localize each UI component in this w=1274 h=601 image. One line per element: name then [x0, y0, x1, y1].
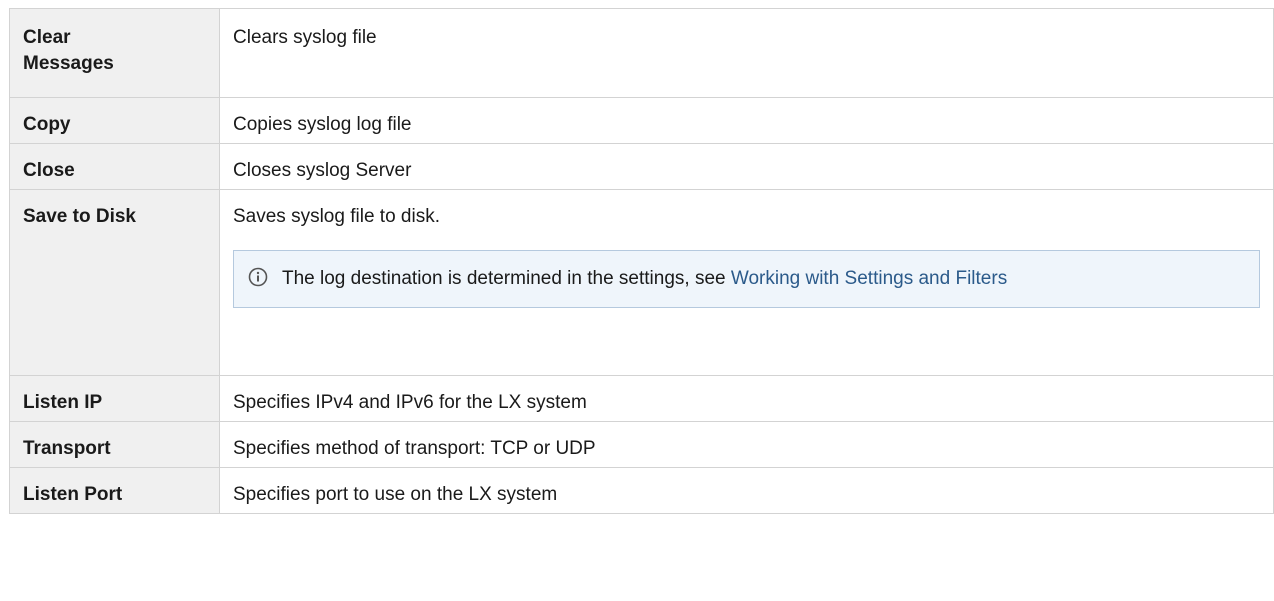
row-key: Save to Disk	[9, 189, 220, 376]
info-text: The log destination is determined in the…	[282, 268, 731, 289]
row-key-line-1: Clear	[23, 27, 71, 48]
row-value: Specifies port to use on the LX system	[219, 467, 1274, 514]
row-key: Listen Port	[9, 467, 220, 514]
table-row: Listen Port Specifies port to use on the…	[9, 467, 1274, 514]
info-panel: The log destination is determined in the…	[233, 250, 1260, 308]
row-key: Transport	[9, 421, 220, 468]
parameters-table: Clear Messages Clears syslog file Copy Co…	[9, 8, 1274, 514]
table-row: Copy Copies syslog log file	[9, 97, 1274, 144]
info-icon	[248, 267, 268, 287]
row-value-cell: Saves syslog file to disk. The log desti…	[219, 189, 1274, 376]
row-value: Specifies IPv4 and IPv6 for the LX syste…	[219, 375, 1274, 422]
row-value: Closes syslog Server	[219, 143, 1274, 190]
row-key-line-2: Messages	[23, 53, 114, 74]
row-value: Copies syslog log file	[219, 97, 1274, 144]
table-row: Clear Messages Clears syslog file	[9, 8, 1274, 98]
row-value: Specifies method of transport: TCP or UD…	[219, 421, 1274, 468]
settings-filters-link[interactable]: Working with Settings and Filters	[731, 268, 1007, 289]
row-value: Saves syslog file to disk.	[233, 206, 440, 227]
table-row: Save to Disk Saves syslog file to disk. …	[9, 189, 1274, 376]
row-key: Copy	[9, 97, 220, 144]
row-key: Listen IP	[9, 375, 220, 422]
row-key: Close	[9, 143, 220, 190]
table-row: Transport Specifies method of transport:…	[9, 421, 1274, 468]
row-value: Clears syslog file	[219, 8, 1274, 98]
table-row: Listen IP Specifies IPv4 and IPv6 for th…	[9, 375, 1274, 422]
row-key: Clear Messages	[9, 8, 220, 98]
table-row: Close Closes syslog Server	[9, 143, 1274, 190]
